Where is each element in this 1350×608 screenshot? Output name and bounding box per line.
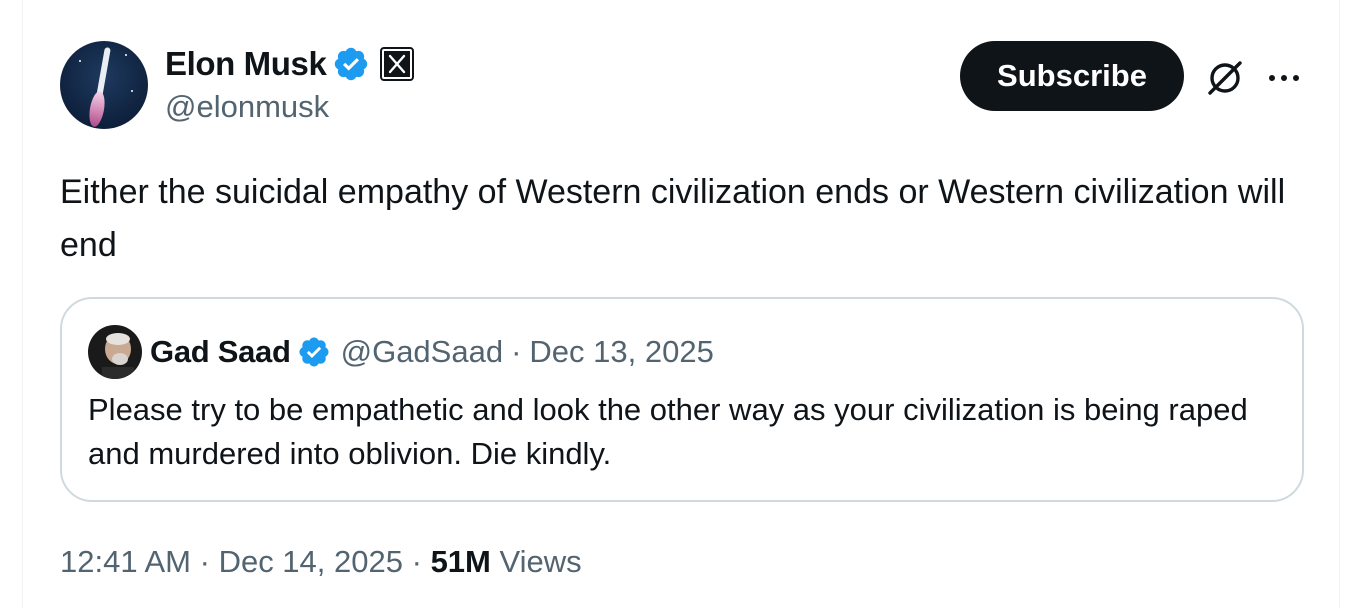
author-avatar[interactable] [60, 41, 148, 129]
quoted-tweet[interactable]: Gad Saad @GadSaad · Dec 13, 2025 Please … [60, 297, 1304, 502]
tweet-header: Elon Musk @elonmusk Subscribe [60, 40, 1310, 132]
tweet-date[interactable]: Dec 14, 2025 [219, 544, 403, 579]
meta-separator: · [411, 544, 422, 579]
tweet-meta: 12:41 AM · Dec 14, 2025 · 51M Views [60, 540, 582, 584]
quoted-verified-badge-icon [297, 335, 331, 369]
x-logo-icon[interactable] [380, 47, 415, 81]
author-name-row: Elon Musk [165, 42, 415, 86]
quoted-date[interactable]: Dec 13, 2025 [529, 332, 713, 372]
views-label: Views [499, 544, 582, 579]
views-count: 51M [430, 544, 491, 579]
meta-separator: · [199, 544, 210, 579]
author-display-name[interactable]: Elon Musk [165, 44, 327, 84]
more-icon[interactable] [1264, 60, 1304, 96]
quoted-display-name[interactable]: Gad Saad [150, 332, 291, 372]
author-handle[interactable]: @elonmusk [165, 88, 329, 126]
tweet-text: Either the suicidal empathy of Western c… [60, 173, 1286, 264]
quoted-author-avatar[interactable] [88, 325, 142, 379]
tweet-time[interactable]: 12:41 AM [60, 544, 191, 579]
subscribe-button[interactable]: Subscribe [960, 41, 1184, 111]
quoted-handle[interactable]: @GadSaad [341, 332, 503, 372]
quoted-tweet-text: Please try to be empathetic and look the… [88, 392, 1248, 471]
grok-icon[interactable] [1203, 56, 1247, 100]
quoted-header: Gad Saad @GadSaad · Dec 13, 2025 [150, 331, 714, 373]
verified-badge-icon[interactable] [332, 45, 370, 83]
quoted-separator: · [511, 334, 522, 369]
